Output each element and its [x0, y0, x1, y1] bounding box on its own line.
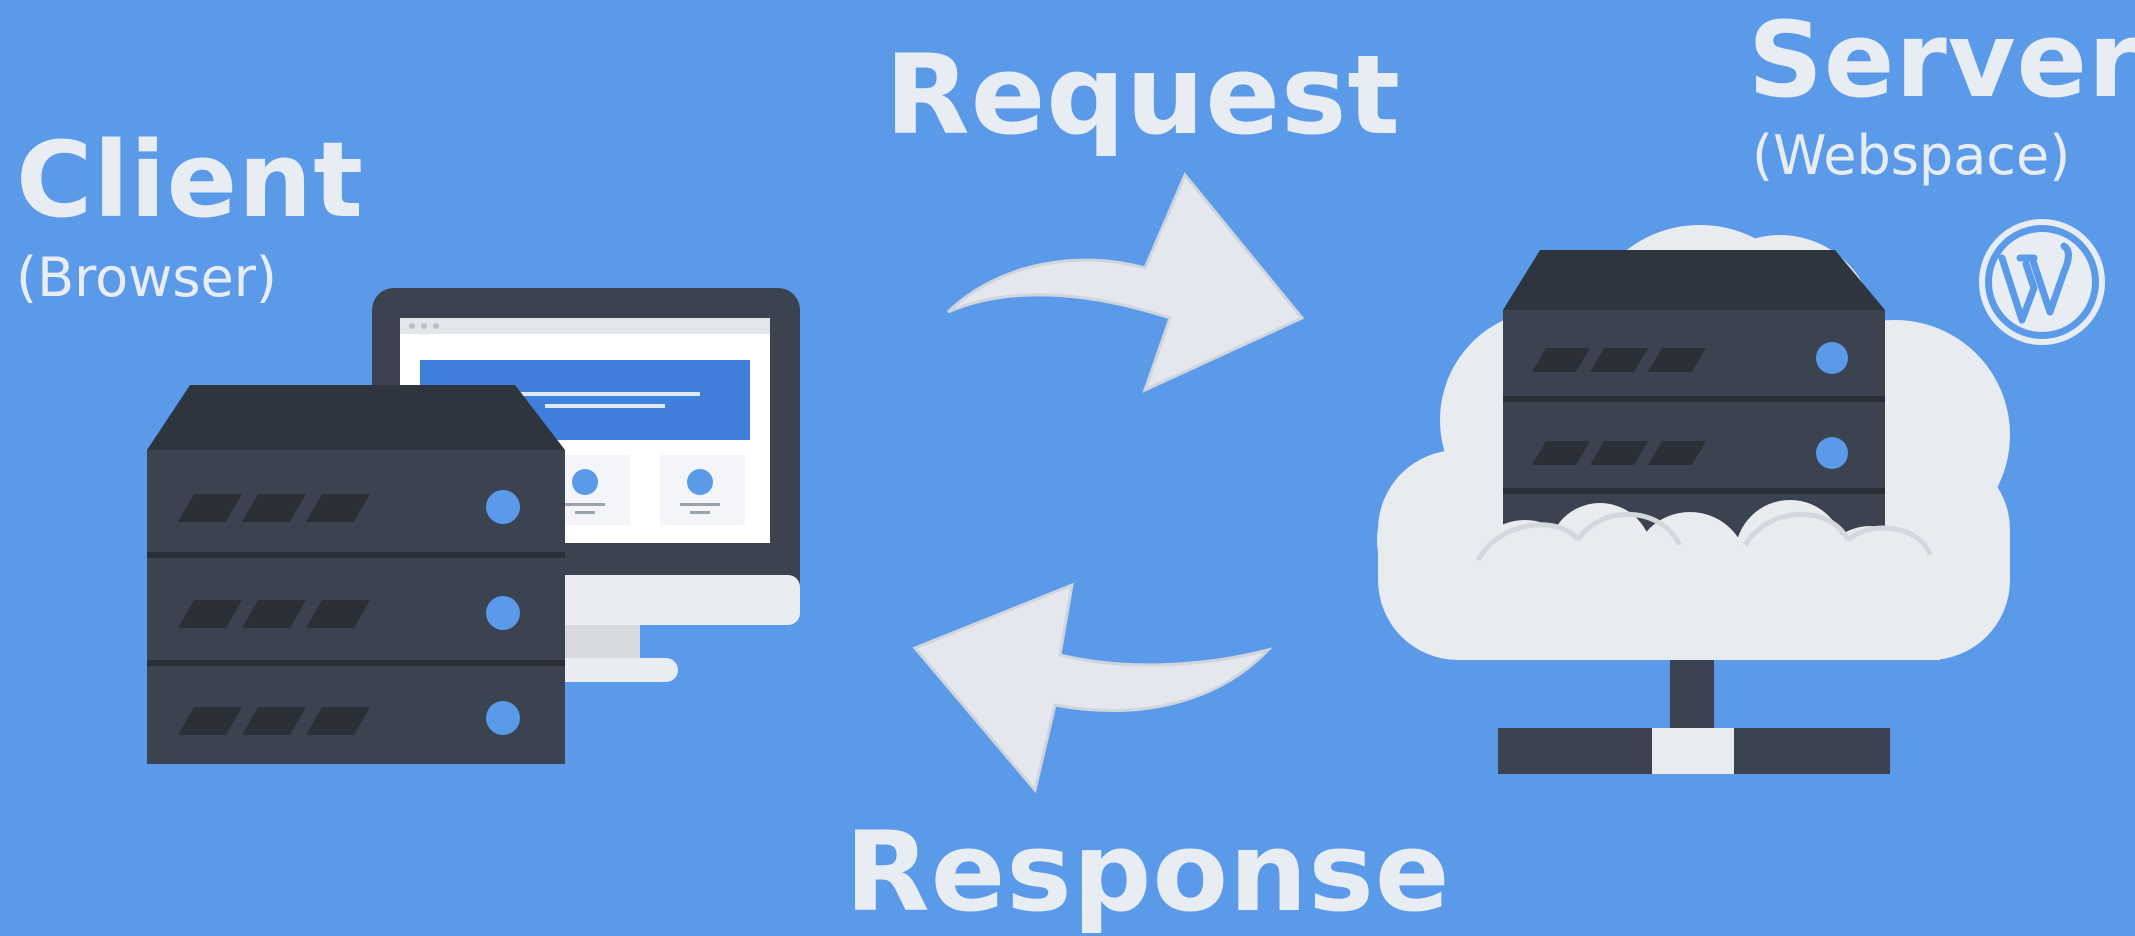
cloud-server-icon: [1377, 225, 2010, 660]
network-connector-icon: [1498, 660, 1890, 774]
wordpress-logo-icon: [1979, 219, 2105, 345]
server-title: Server: [1748, 0, 2135, 121]
client-server-diagram: Client (Browser) Request Response Server…: [0, 0, 2135, 935]
response-arrow-icon: [912, 582, 1273, 794]
client-server-rack-icon: [147, 385, 565, 764]
client-title: Client: [16, 119, 364, 241]
request-label: Request: [885, 31, 1402, 159]
request-arrow-icon: [946, 172, 1305, 393]
response-label: Response: [845, 808, 1451, 936]
client-subtitle: (Browser): [16, 246, 277, 309]
server-subtitle: (Webspace): [1752, 124, 2071, 187]
